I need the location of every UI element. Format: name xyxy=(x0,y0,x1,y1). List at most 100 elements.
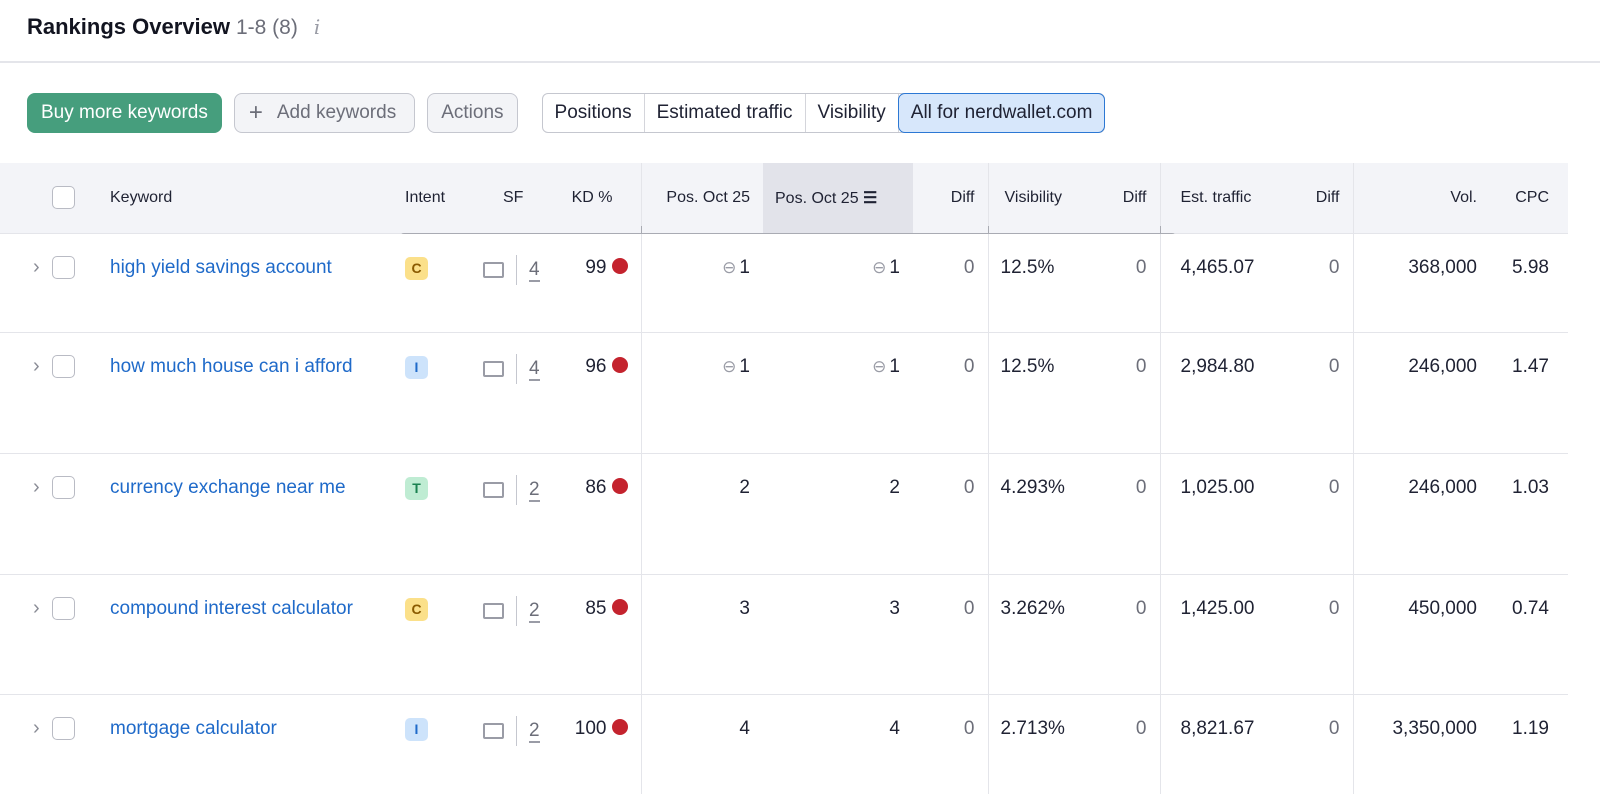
kd-indicator xyxy=(611,718,628,735)
volume-value: 3,350,000 xyxy=(1352,693,1490,794)
col-cpc[interactable]: CPC xyxy=(1490,163,1568,233)
cpc-value: 1.03 xyxy=(1490,452,1568,574)
keyword-link[interactable]: currency exchange near me xyxy=(96,452,395,574)
visibility-value: 12.5% xyxy=(987,331,1090,453)
cpc-value: 1.47 xyxy=(1490,331,1568,453)
position-value: 2 xyxy=(889,476,900,498)
col-pos-2-sorted[interactable]: Pos. Oct 25 ☰ xyxy=(763,163,913,233)
link-icon: ⊖ xyxy=(872,257,887,277)
serp-features-icon[interactable] xyxy=(483,261,504,278)
volume-value: 368,000 xyxy=(1352,232,1490,332)
tab-estimated-traffic[interactable]: Estimated traffic xyxy=(645,94,806,132)
col-pos-2-label: Pos. Oct 25 xyxy=(775,189,859,207)
sf-count[interactable]: 4 xyxy=(529,258,540,282)
divider xyxy=(516,474,517,505)
serp-features-icon[interactable] xyxy=(483,602,504,619)
rankings-table: Keyword Intent SF KD % Pos. Oct 25 Pos. … xyxy=(0,163,1568,794)
expand-chevron-icon[interactable]: › xyxy=(0,693,52,794)
col-diff-pos[interactable]: Diff xyxy=(913,163,988,233)
traffic-diff: 0 xyxy=(1283,693,1353,794)
table-header: Keyword Intent SF KD % Pos. Oct 25 Pos. … xyxy=(0,163,1568,233)
pos-diff: 0 xyxy=(913,452,988,574)
visibility-value: 12.5% xyxy=(987,232,1090,332)
position-value: 1 xyxy=(739,256,750,278)
pos-diff: 0 xyxy=(913,331,988,453)
link-icon: ⊖ xyxy=(872,356,887,376)
col-pos-1[interactable]: Pos. Oct 25 xyxy=(640,163,763,233)
divider xyxy=(516,353,517,384)
keyword-link[interactable]: mortgage calculator xyxy=(96,693,395,794)
buy-more-keywords-button[interactable]: Buy more keywords xyxy=(27,93,222,133)
col-keyword[interactable]: Keyword xyxy=(96,163,395,233)
keyword-link[interactable]: how much house can i afford xyxy=(96,331,395,453)
pos-diff: 0 xyxy=(913,693,988,794)
actions-button[interactable]: Actions xyxy=(427,93,518,133)
row-checkbox[interactable] xyxy=(52,475,75,499)
sf-count[interactable]: 2 xyxy=(529,719,540,743)
intent-badge: C xyxy=(405,597,428,621)
traffic-diff: 0 xyxy=(1283,452,1353,574)
row-checkbox[interactable] xyxy=(52,716,75,740)
col-diff-visibility[interactable]: Diff xyxy=(1090,163,1160,233)
visibility-diff: 0 xyxy=(1090,693,1160,794)
traffic-value: 1,425.00 xyxy=(1159,573,1283,694)
row-checkbox[interactable] xyxy=(52,596,75,620)
volume-value: 450,000 xyxy=(1352,573,1490,694)
volume-value: 246,000 xyxy=(1352,331,1490,453)
pos-diff: 0 xyxy=(913,232,988,332)
col-volume[interactable]: Vol. xyxy=(1352,163,1490,233)
col-intent[interactable]: Intent xyxy=(395,163,465,233)
table-row: › high yield savings account C 4 99 ⊖ 1 ⊖… xyxy=(0,232,1568,332)
intent-badge: C xyxy=(405,256,428,280)
serp-features-icon[interactable] xyxy=(483,360,504,377)
col-visibility[interactable]: Visibility xyxy=(987,163,1090,233)
position-value: 3 xyxy=(889,597,900,619)
kd-indicator xyxy=(611,257,628,274)
col-est-traffic[interactable]: Est. traffic xyxy=(1159,163,1283,233)
expand-chevron-icon[interactable]: › xyxy=(0,452,52,574)
col-sf[interactable]: SF xyxy=(465,163,560,233)
add-keywords-label: Add keywords xyxy=(276,102,397,123)
sf-count[interactable]: 2 xyxy=(529,599,540,623)
cpc-value: 1.19 xyxy=(1490,693,1568,794)
traffic-diff: 0 xyxy=(1283,232,1353,332)
toolbar: Buy more keywords + Add keywords Actions… xyxy=(0,63,1600,163)
col-diff-traffic[interactable]: Diff xyxy=(1283,163,1353,233)
kd-value: 100 xyxy=(574,717,607,739)
kd-indicator xyxy=(611,477,628,494)
expand-chevron-icon[interactable]: › xyxy=(0,232,52,332)
table-row: › how much house can i afford I 4 96 ⊖ 1 … xyxy=(0,331,1568,453)
position-value: 1 xyxy=(889,355,900,377)
tab-positions[interactable]: Positions xyxy=(543,94,645,132)
select-all-checkbox[interactable] xyxy=(52,186,75,210)
pos-diff: 0 xyxy=(913,573,988,694)
visibility-diff: 0 xyxy=(1090,573,1160,694)
info-icon[interactable]: i xyxy=(314,15,320,39)
cpc-value: 5.98 xyxy=(1490,232,1568,332)
sort-icon: ☰ xyxy=(863,189,878,207)
tab-all-for-domain[interactable]: All for nerdwallet.com xyxy=(897,93,1106,133)
position-value: 1 xyxy=(889,256,900,278)
expand-chevron-icon[interactable]: › xyxy=(0,573,52,694)
sf-count[interactable]: 4 xyxy=(529,357,540,381)
traffic-value: 2,984.80 xyxy=(1159,331,1283,453)
keyword-link[interactable]: high yield savings account xyxy=(96,232,395,332)
volume-value: 246,000 xyxy=(1352,452,1490,574)
add-keywords-button[interactable]: + Add keywords xyxy=(233,93,416,133)
row-checkbox[interactable] xyxy=(52,354,75,378)
traffic-value: 4,465.07 xyxy=(1159,232,1283,332)
col-kd[interactable]: KD % xyxy=(560,163,641,233)
row-checkbox[interactable] xyxy=(52,255,75,279)
serp-features-icon[interactable] xyxy=(483,481,504,498)
keyword-link[interactable]: compound interest calculator xyxy=(96,573,395,694)
sf-count[interactable]: 2 xyxy=(529,478,540,502)
tab-visibility[interactable]: Visibility xyxy=(806,94,899,132)
expand-chevron-icon[interactable]: › xyxy=(0,331,52,453)
position-value: 4 xyxy=(889,717,900,739)
visibility-value: 4.293% xyxy=(987,452,1090,574)
cpc-value: 0.74 xyxy=(1490,573,1568,694)
traffic-value: 8,821.67 xyxy=(1159,693,1283,794)
visibility-diff: 0 xyxy=(1090,232,1160,332)
serp-features-icon[interactable] xyxy=(483,722,504,739)
kd-value: 85 xyxy=(585,597,607,619)
